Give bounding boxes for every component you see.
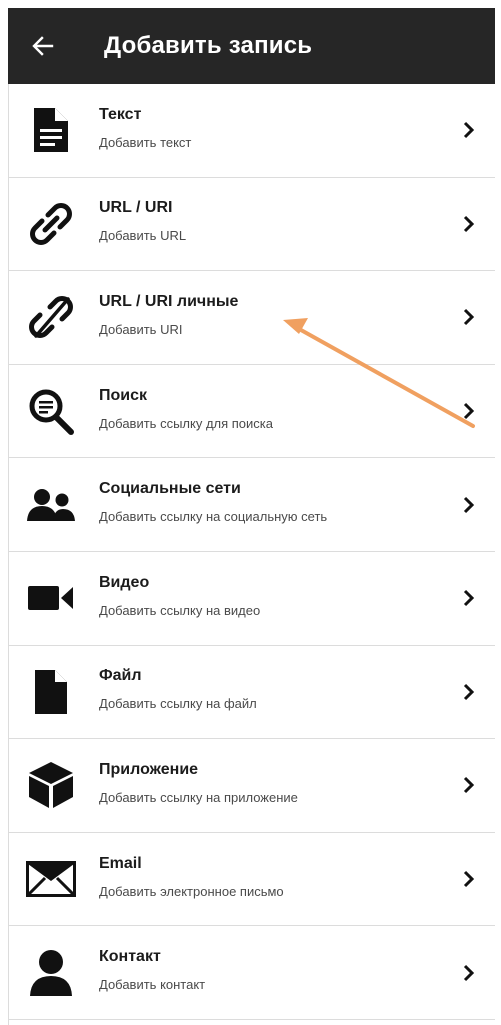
list-item-video[interactable]: Видео Добавить ссылку на видео: [9, 552, 495, 646]
person-icon: [30, 949, 72, 996]
app-screen: Добавить запись Текст Добавить текст URL…: [0, 0, 501, 1025]
item-subtitle: Добавить ссылку на файл: [99, 696, 257, 712]
file-icon: [35, 669, 67, 714]
link-icon: [30, 202, 72, 245]
item-subtitle: Добавить URL: [99, 228, 187, 244]
list-item-search[interactable]: Поиск Добавить ссылку для поиска: [9, 365, 495, 459]
list-item-social[interactable]: Социальные сети Добавить ссылку на социа…: [9, 458, 495, 552]
list-item-url-private[interactable]: URL / URI личные Добавить URI: [9, 271, 495, 365]
link-slash-icon: [29, 296, 73, 339]
chevron-right-icon: [463, 403, 475, 420]
list-item-contact[interactable]: Контакт Добавить контакт: [9, 926, 495, 1020]
envelope-icon: [26, 861, 76, 898]
chevron-right-icon: [463, 215, 475, 232]
item-title: Файл: [99, 667, 142, 685]
list-item-text[interactable]: Текст Добавить текст: [9, 84, 495, 178]
item-title: URL / URI личные: [99, 292, 239, 310]
list-item-email[interactable]: Email Добавить электронное письмо: [9, 833, 495, 927]
search-icon: [29, 389, 74, 436]
item-title: Приложение: [99, 760, 199, 778]
list-item-app[interactable]: Приложение Добавить ссылку на приложение: [9, 739, 495, 833]
list-item-url[interactable]: URL / URI Добавить URL: [9, 178, 495, 272]
cube-icon: [29, 762, 73, 809]
item-title: Текст: [99, 105, 142, 123]
arrow-left-icon: [32, 36, 54, 56]
chevron-right-icon: [463, 309, 475, 326]
item-title: Социальные сети: [99, 480, 241, 498]
item-subtitle: Добавить электронное письмо: [99, 883, 284, 899]
item-subtitle: Добавить ссылку для поиска: [99, 415, 273, 431]
chevron-right-icon: [463, 496, 475, 513]
item-subtitle: Добавить ссылку на видео: [99, 602, 261, 618]
chevron-right-icon: [463, 777, 475, 794]
item-subtitle: Добавить URI: [99, 321, 183, 337]
item-title: Email: [99, 854, 142, 872]
chevron-right-icon: [463, 590, 475, 607]
chevron-right-icon: [463, 964, 475, 981]
item-subtitle: Добавить ссылку на социальную сеть: [99, 509, 328, 525]
entry-type-list: Текст Добавить текст URL / URI Добавить …: [9, 84, 495, 1020]
document-text-icon: [34, 108, 68, 153]
item-title: Контакт: [99, 948, 161, 966]
page-title: Добавить запись: [104, 32, 313, 59]
item-title: URL / URI: [99, 199, 173, 217]
item-subtitle: Добавить текст: [99, 134, 192, 150]
people-icon: [27, 488, 75, 521]
item-subtitle: Добавить контакт: [99, 977, 206, 993]
item-title: Поиск: [99, 386, 148, 404]
app-bar: Добавить запись: [8, 8, 495, 84]
video-camera-icon: [28, 586, 73, 611]
chevron-right-icon: [463, 122, 475, 139]
chevron-right-icon: [463, 683, 475, 700]
list-item-file[interactable]: Файл Добавить ссылку на файл: [9, 646, 495, 740]
back-button[interactable]: [8, 8, 78, 84]
item-subtitle: Добавить ссылку на приложение: [99, 789, 298, 805]
chevron-right-icon: [463, 870, 475, 888]
item-title: Видео: [99, 573, 150, 591]
